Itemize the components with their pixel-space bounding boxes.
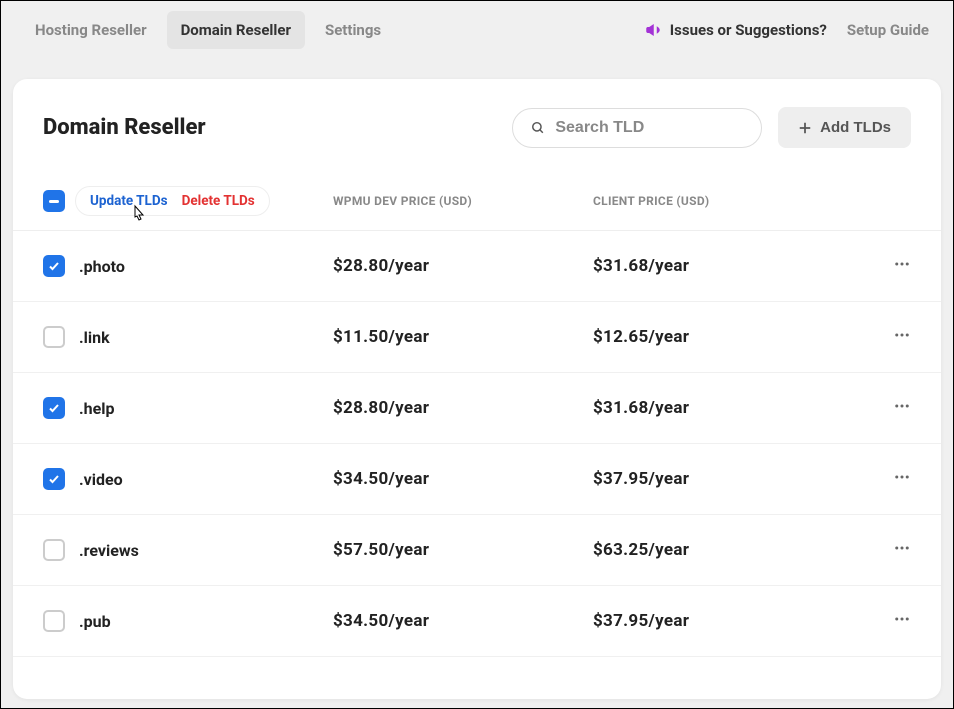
issues-label: Issues or Suggestions?	[670, 21, 827, 39]
table-row: .video $34.50/year$37.95/year	[13, 444, 941, 515]
row-menu-button[interactable]	[893, 258, 911, 277]
topbar: Hosting Reseller Domain Reseller Setting…	[1, 1, 953, 79]
table-row: .link $11.50/year$12.65/year	[13, 302, 941, 373]
row-menu-button[interactable]	[893, 329, 911, 348]
bulk-actions: Update TLDs Delete TLDs	[75, 186, 270, 216]
column-client-price: CLIENT PRICE (USD)	[593, 194, 871, 208]
tld-rows: .photo$28.80/year$31.68/year.link$11.50/…	[13, 231, 941, 657]
tab-hosting-reseller[interactable]: Hosting Reseller	[21, 11, 161, 49]
row-checkbox[interactable]	[43, 326, 65, 348]
search-box[interactable]	[512, 108, 762, 148]
table-row: .pub $34.50/year$37.95/year	[13, 586, 941, 657]
tab-settings[interactable]: Settings	[311, 11, 395, 49]
wpmu-price: $11.50/year	[333, 327, 593, 347]
plus-icon	[798, 121, 812, 135]
tld-name: .photo	[79, 257, 125, 276]
table-header: Update TLDs Delete TLDs WPMU DEV PRICE (…	[13, 172, 941, 231]
row-checkbox[interactable]	[43, 539, 65, 561]
tld-name: .help	[79, 399, 114, 418]
delete-tlds-button[interactable]: Delete TLDs	[182, 193, 255, 209]
table-row: .reviews $57.50/year$63.25/year	[13, 515, 941, 586]
issues-link[interactable]: Issues or Suggestions?	[628, 21, 843, 39]
search-icon	[531, 120, 545, 136]
row-menu-button[interactable]	[893, 400, 911, 419]
client-price: $37.95/year	[593, 611, 871, 631]
wpmu-price: $34.50/year	[333, 611, 593, 631]
client-price: $12.65/year	[593, 327, 871, 347]
add-tlds-label: Add TLDs	[820, 119, 891, 136]
main-panel: Domain Reseller Add TLDs Update TLDs Del…	[13, 79, 941, 699]
wpmu-price: $28.80/year	[333, 398, 593, 418]
column-wpmu-price: WPMU DEV PRICE (USD)	[333, 194, 593, 208]
search-input[interactable]	[555, 119, 743, 137]
setup-guide-link[interactable]: Setup Guide	[843, 11, 933, 49]
row-checkbox[interactable]	[43, 468, 65, 490]
row-checkbox[interactable]	[43, 397, 65, 419]
row-menu-button[interactable]	[893, 471, 911, 490]
add-tlds-button[interactable]: Add TLDs	[778, 107, 911, 148]
wpmu-price: $34.50/year	[333, 469, 593, 489]
tld-name: .reviews	[79, 541, 139, 560]
select-all-checkbox[interactable]	[43, 190, 65, 212]
client-price: $37.95/year	[593, 469, 871, 489]
panel-header: Domain Reseller Add TLDs	[13, 79, 941, 172]
row-menu-button[interactable]	[893, 613, 911, 632]
tld-name: .video	[79, 470, 123, 489]
tld-name: .pub	[79, 612, 111, 631]
client-price: $31.68/year	[593, 398, 871, 418]
page-title: Domain Reseller	[43, 115, 206, 140]
table-row: .help $28.80/year$31.68/year	[13, 373, 941, 444]
tab-list: Hosting Reseller Domain Reseller Setting…	[21, 11, 395, 49]
tab-domain-reseller[interactable]: Domain Reseller	[167, 11, 305, 49]
wpmu-price: $28.80/year	[333, 256, 593, 276]
megaphone-icon	[644, 21, 662, 39]
client-price: $31.68/year	[593, 256, 871, 276]
client-price: $63.25/year	[593, 540, 871, 560]
tld-name: .link	[79, 328, 110, 347]
table-row: .photo $28.80/year$31.68/year	[13, 231, 941, 302]
row-checkbox[interactable]	[43, 255, 65, 277]
update-tlds-button[interactable]: Update TLDs	[90, 193, 168, 209]
row-menu-button[interactable]	[893, 542, 911, 561]
wpmu-price: $57.50/year	[333, 540, 593, 560]
row-checkbox[interactable]	[43, 610, 65, 632]
